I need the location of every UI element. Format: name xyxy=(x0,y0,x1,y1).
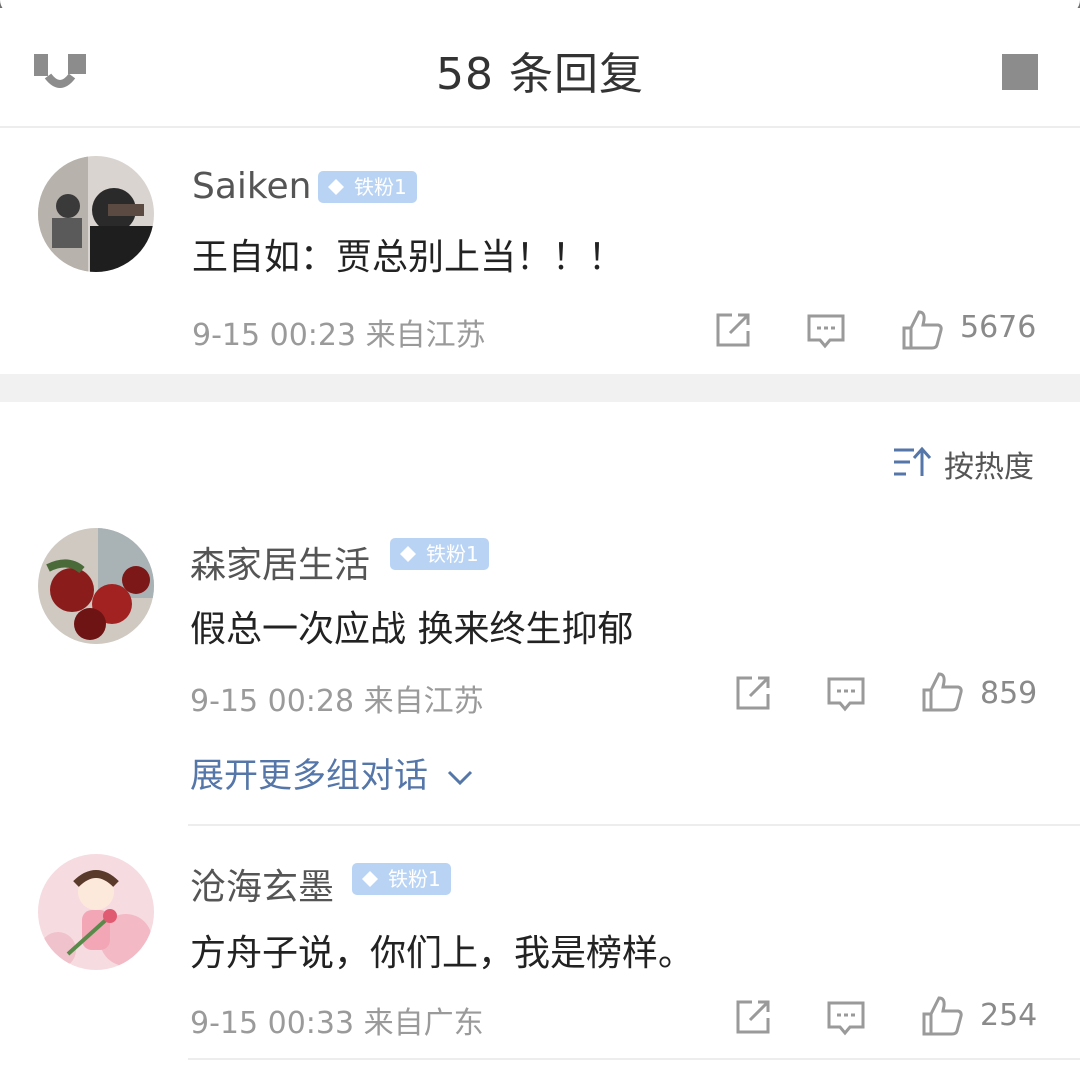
avatar[interactable] xyxy=(38,528,154,644)
avatar[interactable] xyxy=(38,156,154,272)
comment-time: 9-15 00:28 xyxy=(190,684,355,719)
menu-icon[interactable] xyxy=(1002,54,1038,90)
username[interactable]: Saiken xyxy=(192,166,311,207)
expand-label: 展开更多组对话 xyxy=(190,756,428,796)
fan-badge: 铁粉1 xyxy=(390,538,489,570)
share-icon[interactable] xyxy=(712,311,752,351)
share-icon[interactable] xyxy=(732,998,772,1038)
share-icon[interactable] xyxy=(732,674,772,714)
username[interactable]: 森家居生活 xyxy=(190,536,370,588)
comment-meta: 9-15 00:23 来自江苏 xyxy=(192,310,486,354)
fan-badge: 铁粉1 xyxy=(318,171,417,203)
window-top-edge xyxy=(0,0,1080,14)
comment-text: 方舟子说，你们上，我是榜样。 xyxy=(190,933,695,974)
section-separator xyxy=(0,374,1080,402)
badge-label: 铁粉1 xyxy=(388,867,441,891)
expand-more-button[interactable]: 展开更多组对话 xyxy=(190,748,473,797)
comment-location: 来自广东 xyxy=(363,1006,484,1041)
avatar[interactable] xyxy=(38,854,154,970)
comment-icon[interactable] xyxy=(826,674,866,714)
sort-icon xyxy=(894,446,932,476)
page-title: 58 条回复 xyxy=(436,49,644,100)
comment-icon[interactable] xyxy=(826,998,866,1038)
username[interactable]: 沧海玄墨 xyxy=(190,858,334,910)
comment-meta: 9-15 00:33 来自广东 xyxy=(190,998,484,1042)
comment-icon[interactable] xyxy=(806,311,846,351)
comment-time: 9-15 00:33 xyxy=(190,1006,355,1041)
chevron-down-icon xyxy=(447,770,472,785)
sort-label: 按热度 xyxy=(944,450,1034,485)
comment-text: 假总一次应战 换来终生抑郁 xyxy=(190,609,634,650)
badge-label: 铁粉1 xyxy=(354,175,407,199)
diamond-icon xyxy=(328,179,344,195)
comment-meta: 9-15 00:28 来自江苏 xyxy=(190,676,484,720)
fan-badge: 铁粉1 xyxy=(352,863,451,895)
comment-time: 9-15 00:23 xyxy=(192,318,357,353)
like-icon[interactable] xyxy=(920,994,964,1038)
reply-item: 沧海玄墨 铁粉1 方舟子说，你们上，我是榜样。 9-15 00:33 来自广东 … xyxy=(0,826,1080,1066)
like-count: 254 xyxy=(980,998,1038,1033)
comment-location: 来自江苏 xyxy=(363,684,484,719)
like-count: 5676 xyxy=(960,310,1037,345)
comment-location: 来自江苏 xyxy=(365,318,486,353)
like-icon[interactable] xyxy=(920,670,964,714)
reply-divider xyxy=(188,1058,1080,1060)
comment-text: 王自如：贾总别上当！！！ xyxy=(192,237,625,278)
diamond-icon xyxy=(362,871,378,887)
badge-label: 铁粉1 xyxy=(426,542,479,566)
like-icon[interactable] xyxy=(900,308,944,352)
diamond-icon xyxy=(400,546,416,562)
main-comment: Saiken 铁粉1 王自如：贾总别上当！！！ 9-15 00:23 来自江苏 … xyxy=(0,128,1080,374)
reply-header: 58 条回复 xyxy=(0,14,1080,126)
reply-item: 森家居生活 铁粉1 假总一次应战 换来终生抑郁 9-15 00:28 来自江苏 … xyxy=(0,500,1080,800)
like-count: 859 xyxy=(980,676,1038,711)
